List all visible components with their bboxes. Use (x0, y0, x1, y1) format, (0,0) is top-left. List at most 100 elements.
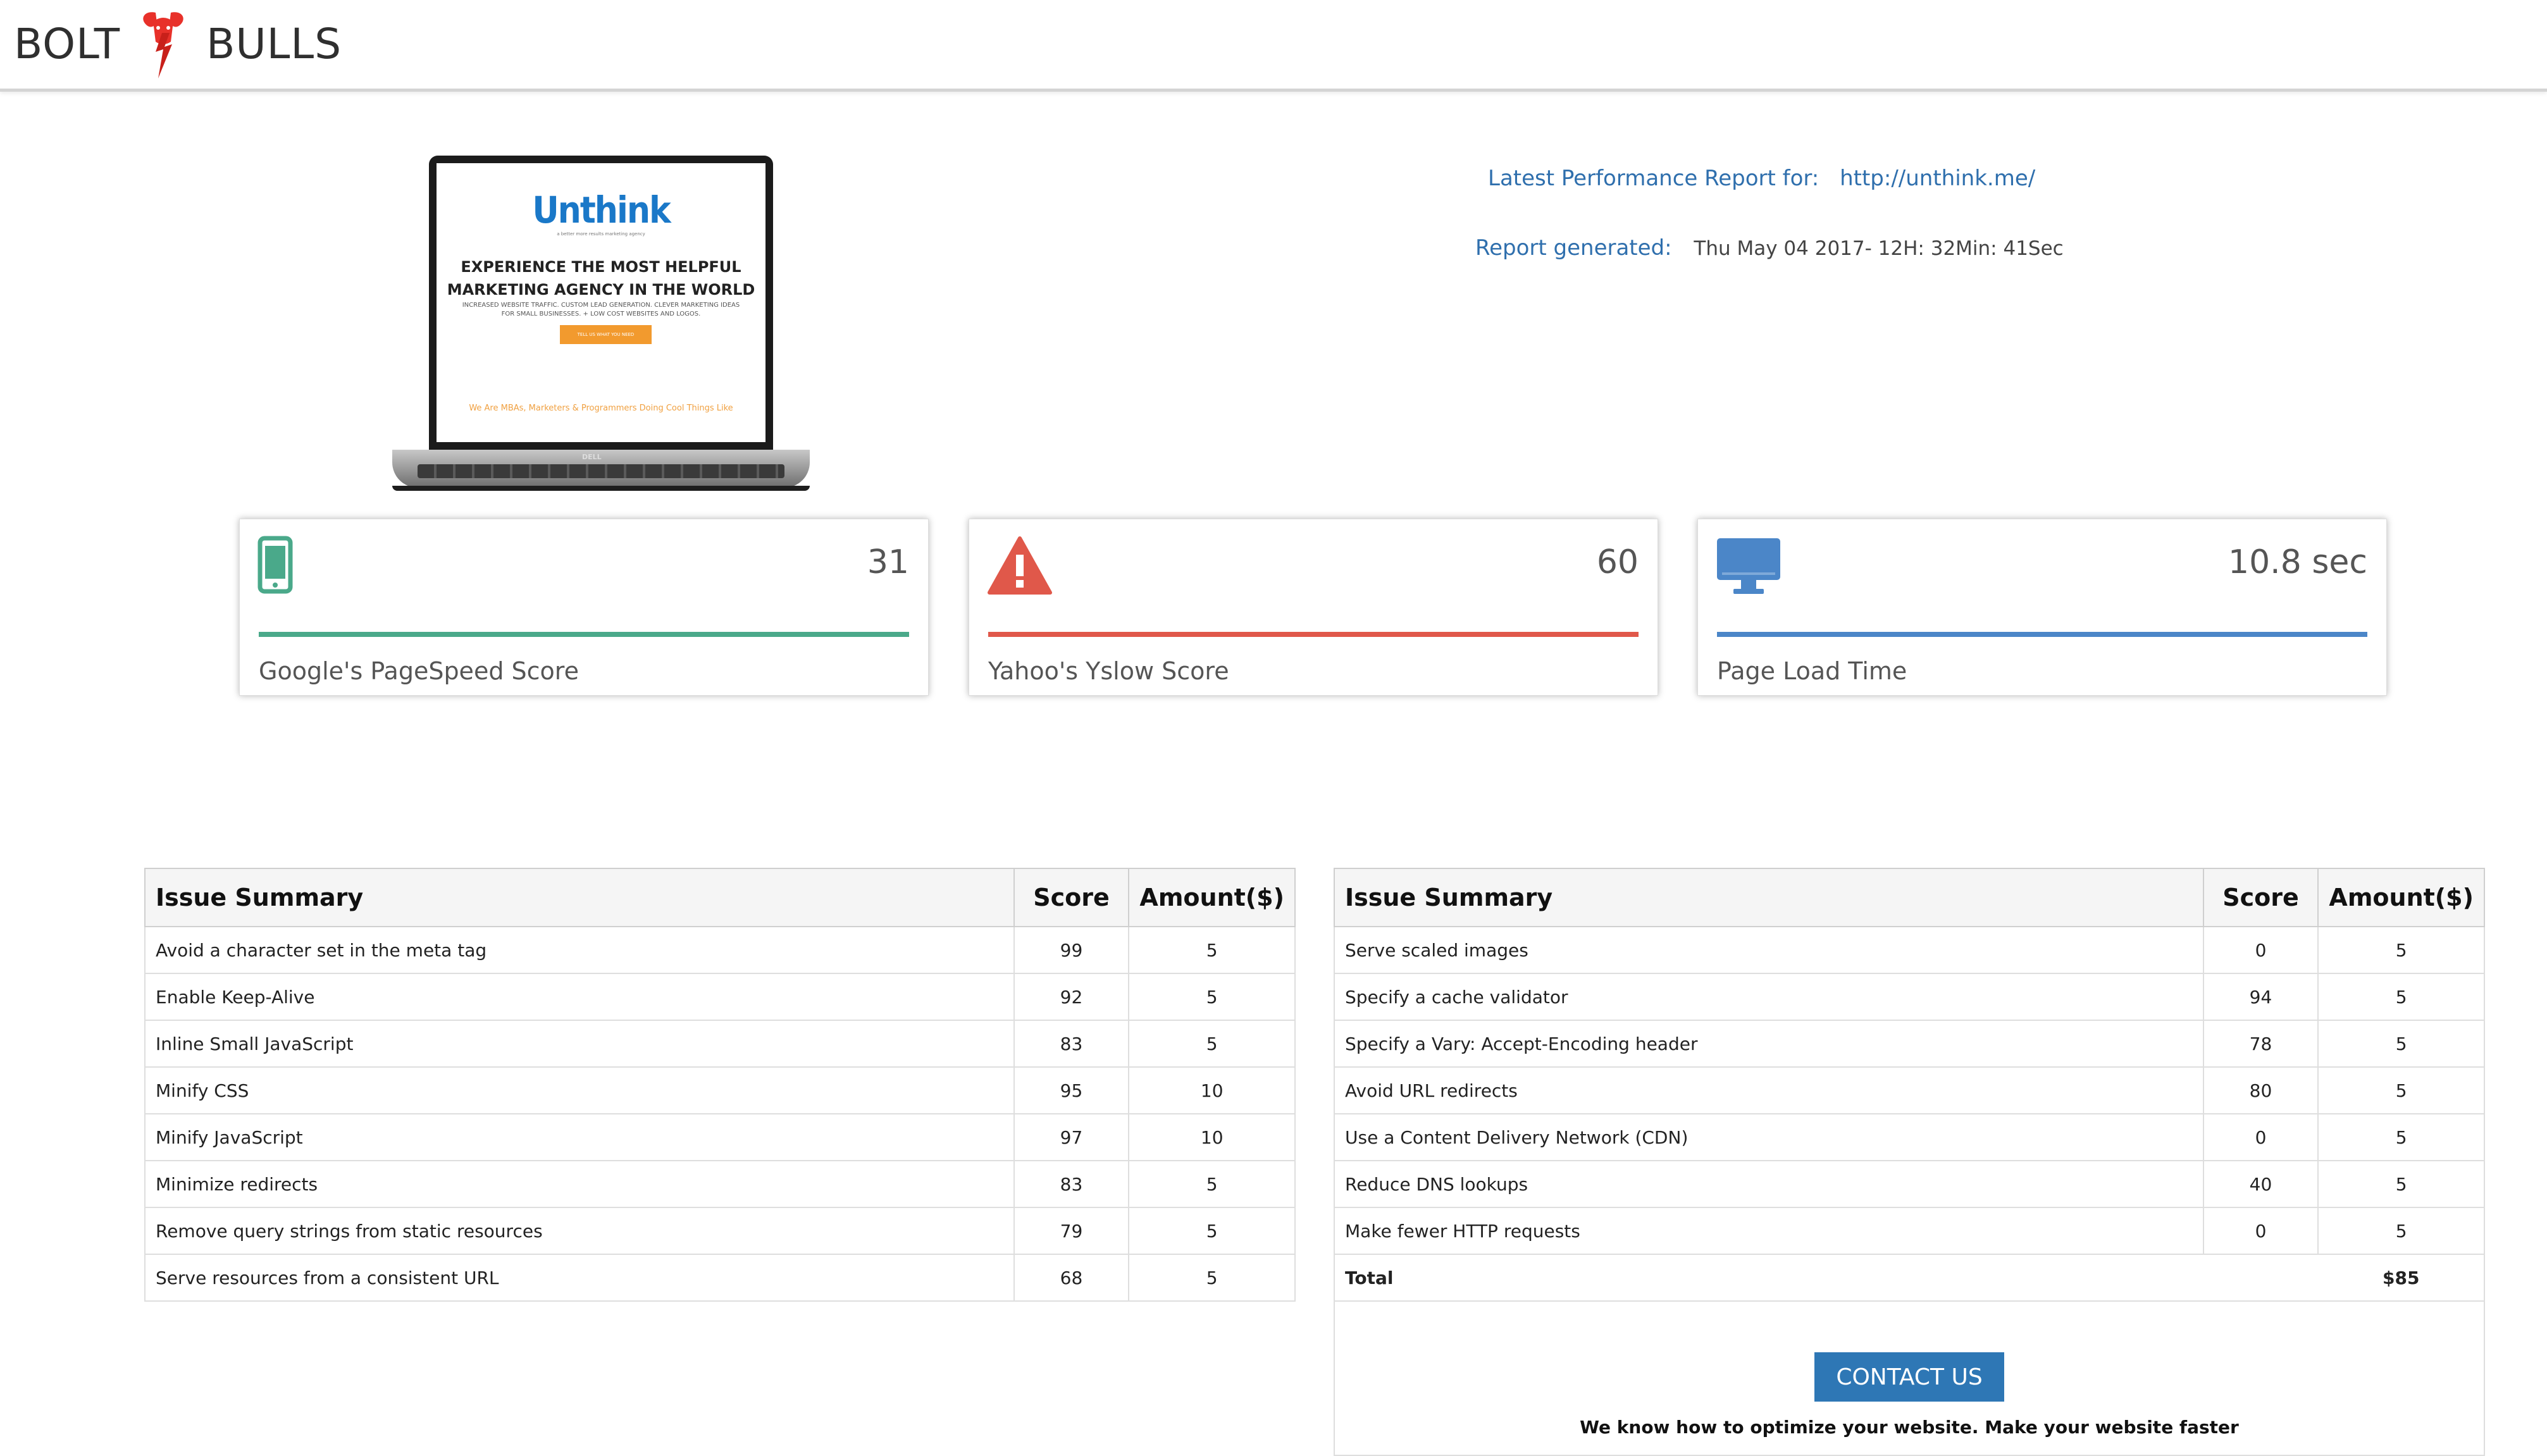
table-row: Minify CSS 95 10 (144, 1066, 1296, 1114)
brand-logo[interactable]: BOLT BULLS (14, 8, 342, 80)
amount-cell: 5 (2317, 1113, 2485, 1161)
amount-cell: 5 (1128, 1020, 1296, 1068)
amount-header: Amount($) (2317, 868, 2485, 927)
table-row: Specify a cache validator 94 5 (1334, 973, 2485, 1021)
amount-cell: 10 (1128, 1066, 1296, 1114)
table-row: Minimize redirects 83 5 (144, 1160, 1296, 1208)
amount-cell: 5 (1128, 1160, 1296, 1208)
score-cell: 95 (1013, 1066, 1130, 1114)
contact-us-button[interactable]: CONTACT US (1814, 1352, 2004, 1402)
table-row: Serve resources from a consistent URL 68… (144, 1254, 1296, 1302)
issue-cell: Inline Small JavaScript (144, 1020, 1015, 1068)
laptop-brand-label: DELL (582, 453, 602, 461)
total-row: Total $85 (1334, 1254, 2485, 1302)
amount-cell: 5 (1128, 1207, 1296, 1255)
score-cell: 83 (1013, 1020, 1130, 1068)
desktop-monitor-icon (1717, 538, 1780, 594)
pagespeed-score-label: Google's PageSpeed Score (259, 657, 579, 685)
yslow-score-bar (988, 632, 1639, 637)
total-value: $85 (2318, 1254, 2485, 1302)
logo-word-right: BULLS (206, 20, 342, 68)
preview-headline: EXPERIENCE THE MOST HELPFUL MARKETING AG… (437, 256, 765, 301)
amount-cell: 5 (2317, 1020, 2485, 1068)
issue-cell: Remove query strings from static resourc… (144, 1207, 1015, 1255)
table-row: Serve scaled images 0 5 (1334, 926, 2485, 974)
pagespeed-score-card: 31 Google's PageSpeed Score (239, 519, 929, 696)
amount-cell: 5 (2317, 973, 2485, 1021)
contact-note: We know how to optimize your website. Ma… (1580, 1417, 2239, 1438)
score-cell: 0 (2202, 1207, 2319, 1255)
report-generated-row: Report generated: Thu May 04 2017- 12H: … (1475, 235, 2064, 261)
preview-headline-line2: MARKETING AGENCY IN THE WORLD (447, 281, 755, 299)
issue-cell: Specify a Vary: Accept-Encoding header (1334, 1020, 2204, 1068)
report-url-link[interactable]: http://unthink.me/ (1840, 166, 2035, 191)
preview-footer-text: We Are MBAs, Marketers & Programmers Doi… (469, 404, 733, 413)
pagespeed-score-value: 31 (867, 543, 909, 581)
table-row: Specify a Vary: Accept-Encoding header 7… (1334, 1020, 2485, 1068)
table-row: Avoid a character set in the meta tag 99… (144, 926, 1296, 974)
mobile-phone-icon (257, 536, 293, 594)
amount-cell: 5 (2317, 1207, 2485, 1255)
amount-cell: 5 (1128, 1254, 1296, 1302)
table-row: Minify JavaScript 97 10 (144, 1113, 1296, 1161)
logo-word-left: BOLT (14, 20, 121, 68)
total-spacer (2203, 1254, 2319, 1302)
issue-cell: Enable Keep-Alive (144, 973, 1015, 1021)
issue-summary-header: Issue Summary (144, 868, 1015, 927)
total-label: Total (1334, 1254, 2203, 1302)
amount-header: Amount($) (1128, 868, 1296, 927)
table-header-row: Issue Summary Score Amount($) (1334, 868, 2485, 927)
preview-subline1: INCREASED WEBSITE TRAFFIC. CUSTOM LEAD G… (462, 302, 740, 309)
score-cell: 78 (2202, 1020, 2319, 1068)
bull-logo-icon (143, 12, 183, 78)
preview-site-name: Unthink (532, 188, 671, 231)
site-header: BOLT BULLS (0, 0, 2547, 92)
pagespeed-score-bar (259, 632, 909, 637)
score-cell: 94 (2202, 973, 2319, 1021)
issue-cell: Serve resources from a consistent URL (144, 1254, 1015, 1302)
table-row: Use a Content Delivery Network (CDN) 0 5 (1334, 1113, 2485, 1161)
site-screenshot: Unthink a better more results marketing … (437, 163, 765, 442)
preview-tagline: a better more results marketing agency (557, 231, 645, 237)
yslow-score-label: Yahoo's Yslow Score (988, 657, 1229, 685)
amount-cell: 10 (1128, 1113, 1296, 1161)
warning-icon (988, 536, 1052, 595)
score-cell: 40 (2202, 1160, 2319, 1208)
table-row: Enable Keep-Alive 92 5 (144, 973, 1296, 1021)
score-cell: 0 (2202, 1113, 2319, 1161)
score-cell: 92 (1013, 973, 1130, 1021)
issue-cell: Serve scaled images (1334, 926, 2204, 974)
score-cell: 79 (1013, 1207, 1130, 1255)
preview-subline: INCREASED WEBSITE TRAFFIC. CUSTOM LEAD G… (437, 301, 765, 319)
issue-cell: Use a Content Delivery Network (CDN) (1334, 1113, 2204, 1161)
score-cell: 68 (1013, 1254, 1130, 1302)
issue-cell: Avoid a character set in the meta tag (144, 926, 1015, 974)
amount-cell: 5 (2317, 1160, 2485, 1208)
issue-cell: Minify JavaScript (144, 1113, 1015, 1161)
yslow-score-value: 60 (1596, 543, 1639, 581)
preview-subline2: FOR SMALL BUSINESSES. + LOW COST WEBSITE… (501, 311, 701, 318)
amount-cell: 5 (1128, 926, 1296, 974)
issue-summary-table-right: Issue Summary Score Amount($) Serve scal… (1334, 868, 2485, 1302)
table-row: Avoid URL redirects 80 5 (1334, 1066, 2485, 1114)
table-row: Inline Small JavaScript 83 5 (144, 1020, 1296, 1068)
amount-cell: 5 (2317, 926, 2485, 974)
laptop-keyboard (418, 464, 784, 478)
report-generated-label: Report generated: (1475, 235, 1672, 261)
score-cell: 99 (1013, 926, 1130, 974)
score-cell: 80 (2202, 1066, 2319, 1114)
report-for-label: Latest Performance Report for: (1488, 166, 1819, 191)
table-row: Remove query strings from static resourc… (144, 1207, 1296, 1255)
report-target-row: Latest Performance Report for: http://un… (1488, 166, 2035, 191)
issue-summary-header: Issue Summary (1334, 868, 2204, 927)
amount-cell: 5 (1128, 973, 1296, 1021)
page-load-time-label: Page Load Time (1717, 657, 1907, 685)
page-load-time-value: 10.8 sec (2228, 543, 2367, 581)
table-header-row: Issue Summary Score Amount($) (144, 868, 1296, 927)
issue-summary-table-left: Issue Summary Score Amount($) Avoid a ch… (144, 868, 1296, 1302)
issue-cell: Minify CSS (144, 1066, 1015, 1114)
preview-cta-button: TELL US WHAT YOU NEED (560, 325, 652, 344)
issue-cell: Avoid URL redirects (1334, 1066, 2204, 1114)
issue-cell: Reduce DNS lookups (1334, 1160, 2204, 1208)
yslow-score-card: 60 Yahoo's Yslow Score (969, 519, 1658, 696)
